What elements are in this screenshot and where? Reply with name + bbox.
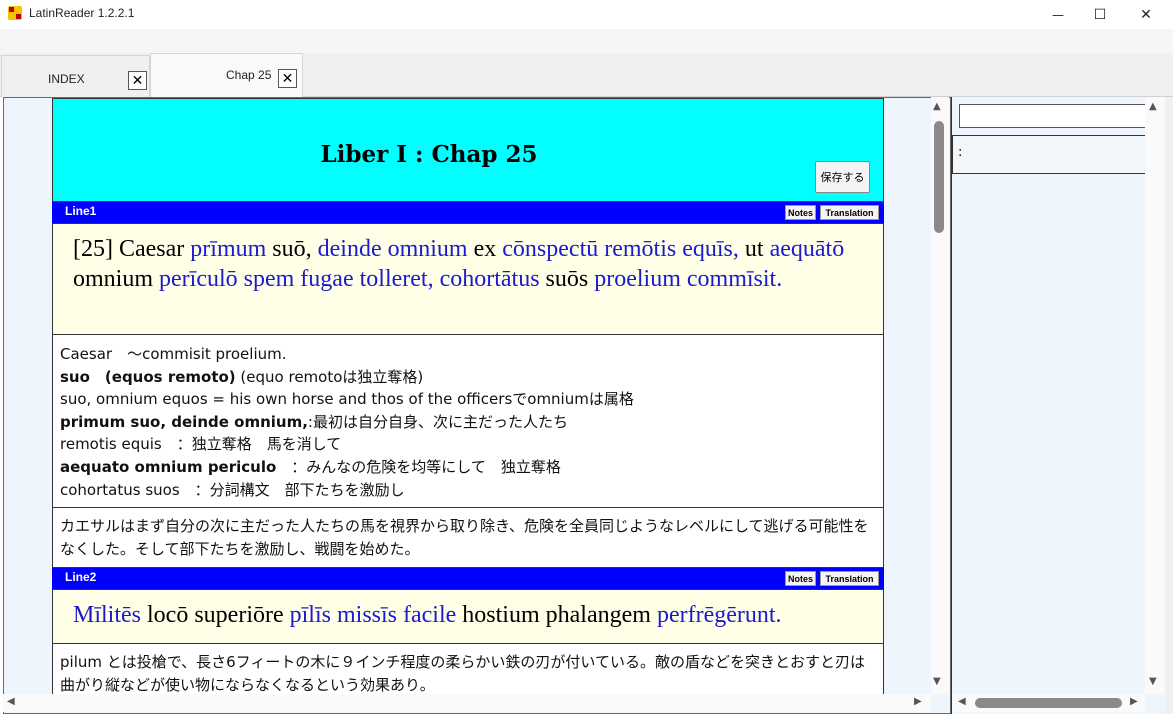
notes-text: pilum とは投槍で、長さ6フィートの木に９インチ程度の柔らかい鉄の刃が付いて… xyxy=(60,653,865,694)
note-line: suo (equos remoto) (equo remotoは独立奪格) xyxy=(60,366,883,389)
tab-index[interactable]: INDEX ✕ xyxy=(1,55,150,97)
side-info-box: : xyxy=(952,135,1147,174)
side-horizontal-scrollbar[interactable]: ◀ ▶ xyxy=(952,694,1145,712)
horizontal-scrollbar[interactable]: ◀ ▶ xyxy=(3,694,931,712)
maximize-icon: ☐ xyxy=(1093,6,1107,23)
note-keyword: primum suo, deinde omnium, xyxy=(60,412,308,431)
line-header: Line2 Notes Translation xyxy=(52,568,884,589)
window-edge xyxy=(1165,97,1173,714)
scroll-down-icon[interactable]: ▼ xyxy=(1149,676,1157,687)
latin-text: [25] Caesar prīmum suō, deinde omnium ex… xyxy=(52,223,884,335)
scrollbar-thumb[interactable] xyxy=(975,698,1122,708)
side-search-input[interactable] xyxy=(959,104,1151,128)
latin-segment: locō superiōre xyxy=(141,602,290,628)
minimize-icon: — xyxy=(1052,7,1064,22)
notes-button[interactable]: Notes xyxy=(785,205,816,220)
latin-segment: [25] Caesar xyxy=(73,236,191,262)
note-line: remotis equis ：独立奪格 馬を消して xyxy=(60,433,883,456)
tab-label: Chap 25 xyxy=(226,68,272,82)
line-label: Line2 xyxy=(65,570,97,584)
note-line: cohortatus suos ：分詞構文 部下たちを激励し xyxy=(60,479,883,502)
note-line: suo, omnium equos = his own horse and th… xyxy=(60,388,883,411)
note-line: aequato omnium periculo ：みんなの危険を均等にして 独立… xyxy=(60,456,883,479)
scroll-right-icon[interactable]: ▶ xyxy=(1130,696,1138,707)
menu-strip xyxy=(0,29,1173,53)
scrollbar-thumb[interactable] xyxy=(934,121,944,233)
tab-close-icon[interactable]: ✕ xyxy=(278,69,297,88)
chapter-content: Liber I : Chap 25 保存する Line1 Notes Trans… xyxy=(52,98,884,698)
window-title: LatinReader 1.2.2.1 xyxy=(29,6,135,20)
side-vertical-scrollbar[interactable]: ▲ ▼ xyxy=(1145,97,1165,694)
notes-box: Caesar ～commisit proelium. suo (equos rem… xyxy=(52,334,884,508)
tab-bar: INDEX ✕ Chap 25 ✕ xyxy=(0,53,1173,97)
latin-text: Mīlitēs locō superiōre pīlīs missīs faci… xyxy=(52,589,884,644)
tab-label: INDEX xyxy=(48,72,85,86)
scroll-left-icon[interactable]: ◀ xyxy=(7,696,15,707)
notes-box: pilum とは投槍で、長さ6フィートの木に９インチ程度の柔らかい鉄の刃が付いて… xyxy=(52,643,884,698)
note-text: :最初は自分自身、次に主だった人たち xyxy=(307,412,568,431)
note-text: suo, omnium equos = his own horse and th… xyxy=(60,390,634,409)
translation-box: カエサルはまず自分の次に主だった人たちの馬を視界から取り除き、危険を全員同じよう… xyxy=(52,507,884,568)
chapter-header: Liber I : Chap 25 保存する xyxy=(52,98,884,202)
side-panel: : xyxy=(951,97,1173,714)
scroll-up-icon[interactable]: ▲ xyxy=(933,101,941,112)
note-text: Caesar ～commisit proelium. xyxy=(60,345,287,363)
latin-segment: ex xyxy=(467,236,503,262)
note-line: Caesar ～commisit proelium. xyxy=(60,343,883,366)
minimize-button[interactable]: — xyxy=(1035,0,1081,29)
scroll-down-icon[interactable]: ▼ xyxy=(933,676,941,687)
latin-highlight-segment: proelium commīsit. xyxy=(594,266,783,292)
latin-segment: hostium phalangem xyxy=(456,602,657,628)
vertical-scrollbar[interactable]: ▲ ▼ xyxy=(931,97,949,694)
note-keyword: suo (equos remoto) xyxy=(60,367,236,386)
title-bar: LatinReader 1.2.2.1 — ☐ ✕ xyxy=(0,0,1173,29)
reader-panel: Liber I : Chap 25 保存する Line1 Notes Trans… xyxy=(3,97,951,714)
latin-segment: ut xyxy=(738,236,770,262)
latin-highlight-segment: deinde omnium xyxy=(317,236,468,262)
maximize-button[interactable]: ☐ xyxy=(1077,0,1123,29)
tab-close-icon[interactable]: ✕ xyxy=(128,71,147,90)
latin-highlight-segment: prīmum xyxy=(190,236,267,262)
line-header: Line1 Notes Translation xyxy=(52,202,884,223)
translation-text: カエサルはまず自分の次に主だった人たちの馬を視界から取り除き、危険を全員同じよう… xyxy=(60,517,869,558)
tab-chap-25[interactable]: Chap 25 ✕ xyxy=(150,53,303,97)
scroll-left-icon[interactable]: ◀ xyxy=(958,696,966,707)
note-keyword: aequato omnium periculo xyxy=(60,457,277,476)
latin-segment: suōs xyxy=(539,266,595,292)
close-icon: ✕ xyxy=(1140,6,1152,23)
app-logo-icon xyxy=(8,6,22,20)
note-text: ：みんなの危険を均等にして 独立奪格 xyxy=(276,457,561,476)
latin-highlight-segment: cōnspectū remōtis equīs, xyxy=(502,236,739,262)
save-button[interactable]: 保存する xyxy=(815,161,870,193)
note-text: remotis equis ：独立奪格 馬を消して xyxy=(60,435,342,454)
latin-highlight-segment: perīculō spem fugae tolleret, cohortātus xyxy=(159,266,540,292)
latin-segment: suō, xyxy=(266,236,318,262)
side-info-text: : xyxy=(958,145,963,160)
translation-button[interactable]: Translation xyxy=(820,205,879,220)
latin-highlight-segment: pīlīs missīs facile xyxy=(289,602,457,628)
translation-button[interactable]: Translation xyxy=(820,571,879,586)
note-line: primum suo, deinde omnium,:最初は自分自身、次に主だっ… xyxy=(60,411,883,434)
page-title: Liber I : Chap 25 xyxy=(320,141,538,168)
latin-highlight-segment: perfrēgērunt. xyxy=(656,602,782,628)
note-text: (equo remotoは独立奪格) xyxy=(235,367,424,386)
latin-segment: omnium xyxy=(73,266,160,292)
line-label: Line1 xyxy=(65,204,97,218)
latin-highlight-segment: Mīlitēs xyxy=(73,602,142,628)
latin-highlight-segment: aequātō xyxy=(769,236,845,262)
note-text: cohortatus suos ：分詞構文 部下たちを激励し xyxy=(60,480,405,499)
notes-button[interactable]: Notes xyxy=(785,571,816,586)
scroll-up-icon[interactable]: ▲ xyxy=(1149,101,1157,112)
close-window-button[interactable]: ✕ xyxy=(1123,0,1169,29)
scroll-right-icon[interactable]: ▶ xyxy=(914,696,922,707)
